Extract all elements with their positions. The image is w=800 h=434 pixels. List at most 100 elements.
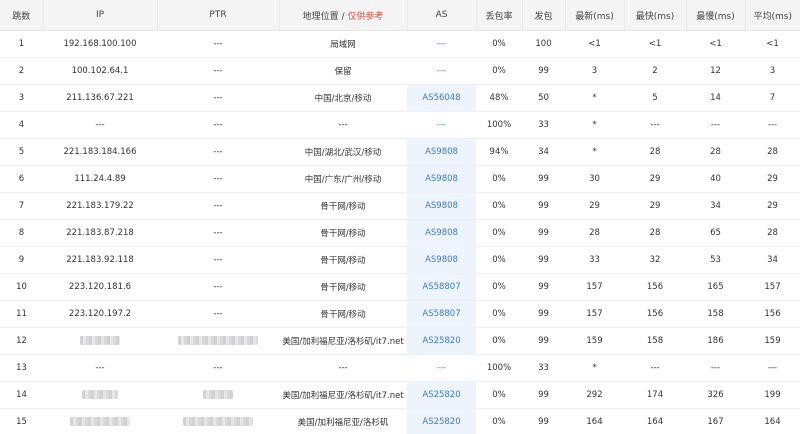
cell-ptr: --- — [157, 165, 279, 193]
cell-worst: 12 — [686, 57, 745, 85]
table-row: 14 美国/加利福尼亚/洛杉矶/it7.net AS25820 0% 99 292 174 3… — [0, 381, 800, 409]
cell-sent: 34 — [522, 138, 565, 166]
cell-ip: 192.168.100.100 — [43, 30, 157, 58]
cell-hop: 10 — [0, 273, 43, 301]
cell-avg: 157 — [745, 273, 800, 301]
cell-ptr: --- — [157, 138, 279, 166]
table-header-row: 跳数 IP PTR 地理位置 / 仅供参考 AS 丢包率 发包 最新(ms) 最… — [0, 0, 800, 31]
table-row: 12 美国/加利福尼亚/洛杉矶/it7.net AS25820 0% 99 159 158 1… — [0, 327, 800, 355]
cell-ip: 221.183.87.218 — [43, 219, 157, 247]
table-row: 10 223.120.181.6 --- 骨干网/移动 AS58807 0% 99 157 15… — [0, 273, 800, 301]
geo-header-label: 地理位置 — [302, 11, 339, 22]
cell-worst: 65 — [686, 219, 745, 247]
cell-as-link[interactable]: AS9808 — [407, 219, 476, 247]
cell-geo: 骨干网/移动 — [279, 246, 407, 274]
cell-best: <1 — [624, 30, 686, 58]
cell-as-link[interactable]: AS58807 — [407, 273, 476, 301]
cell-ip: --- — [43, 354, 157, 382]
col-header-avg: 平均(ms) — [745, 0, 800, 31]
cell-hop: 14 — [0, 381, 43, 409]
cell-as-link[interactable]: AS58807 — [407, 300, 476, 328]
cell-as-link[interactable]: AS56048 — [407, 84, 476, 112]
cell-best: 156 — [624, 300, 686, 328]
cell-loss: 0% — [476, 165, 522, 193]
cell-ip: 211.136.67.221 — [43, 84, 157, 112]
cell-ptr: --- — [157, 300, 279, 328]
traceroute-table: 跳数 IP PTR 地理位置 / 仅供参考 AS 丢包率 发包 最新(ms) 最… — [0, 0, 800, 434]
cell-best: 29 — [624, 165, 686, 193]
cell-avg: 164 — [745, 408, 800, 434]
cell-ip: 223.120.181.6 — [43, 273, 157, 301]
cell-ip: 100.102.64.1 — [43, 57, 157, 85]
cell-ip — [43, 408, 157, 434]
cell-as-link[interactable]: AS9808 — [407, 165, 476, 193]
cell-as-link[interactable]: AS25820 — [407, 327, 476, 355]
table-row: 2 100.102.64.1 --- 保留 --- 0% 99 3 2 12 3 — [0, 57, 800, 85]
cell-last: 28 — [565, 219, 624, 247]
table-row: 11 223.120.197.2 --- 骨干网/移动 AS58807 0% 99 157 15… — [0, 300, 800, 328]
cell-last: 157 — [565, 273, 624, 301]
table-row: 5 221.183.184.166 --- 中国/湖北/武汉/移动 AS9808 94% 3… — [0, 138, 800, 166]
cell-loss: 0% — [476, 30, 522, 58]
cell-ptr: --- — [157, 57, 279, 85]
cell-avg: 3 — [745, 57, 800, 85]
table-row: 1 192.168.100.100 --- 局域网 --- 0% 100 <1 <1 <1 <1 — [0, 30, 800, 58]
cell-hop: 15 — [0, 408, 43, 434]
cell-best: 5 — [624, 84, 686, 112]
col-header-ip: IP — [43, 0, 158, 31]
cell-last: 164 — [565, 408, 624, 434]
cell-geo: --- — [279, 354, 407, 382]
cell-as-link[interactable]: AS9808 — [407, 192, 476, 220]
cell-worst: 28 — [686, 138, 745, 166]
cell-loss: 0% — [476, 192, 522, 220]
cell-avg: 199 — [745, 381, 800, 409]
cell-worst: 34 — [686, 192, 745, 220]
cell-ptr: --- — [157, 192, 279, 220]
cell-avg: --- — [745, 111, 800, 139]
cell-worst: 165 — [686, 273, 745, 301]
cell-sent: 99 — [522, 246, 565, 274]
cell-as: --- — [407, 57, 476, 85]
col-header-geo: 地理位置 / 仅供参考 — [279, 0, 408, 31]
cell-loss: 0% — [476, 246, 522, 274]
cell-ptr: --- — [157, 219, 279, 247]
cell-avg: 28 — [745, 138, 800, 166]
cell-hop: 5 — [0, 138, 43, 166]
cell-last: * — [565, 354, 624, 382]
cell-last: 29 — [565, 192, 624, 220]
col-header-best: 最快(ms) — [624, 0, 687, 31]
table-row: 7 221.183.179.22 --- 骨干网/移动 AS9808 0% 99 29 29 34… — [0, 192, 800, 220]
cell-worst: 186 — [686, 327, 745, 355]
cell-as-link[interactable]: AS25820 — [407, 381, 476, 409]
cell-loss: 0% — [476, 327, 522, 355]
cell-as: --- — [407, 354, 476, 382]
cell-best: 158 — [624, 327, 686, 355]
cell-avg: 29 — [745, 165, 800, 193]
cell-best: 32 — [624, 246, 686, 274]
cell-hop: 1 — [0, 30, 43, 58]
cell-as-link[interactable]: AS9808 — [407, 246, 476, 274]
cell-geo: 中国/广东/广州/移动 — [279, 165, 407, 193]
cell-ptr — [157, 327, 279, 355]
cell-ptr — [157, 381, 279, 409]
col-header-ptr: PTR — [157, 0, 280, 31]
col-header-last: 最新(ms) — [565, 0, 625, 31]
col-header-worst: 最慢(ms) — [686, 0, 746, 31]
table-row: 15 美国/加利福尼亚/洛杉矶 AS25820 0% 99 164 164 167 164 — [0, 408, 800, 434]
cell-as: --- — [407, 30, 476, 58]
cell-worst: 158 — [686, 300, 745, 328]
cell-best: 28 — [624, 138, 686, 166]
cell-as-link[interactable]: AS25820 — [407, 408, 476, 434]
cell-loss: 0% — [476, 408, 522, 434]
redacted-ip — [82, 390, 118, 399]
cell-worst: <1 — [686, 30, 745, 58]
cell-hop: 9 — [0, 246, 43, 274]
cell-as-link[interactable]: AS9808 — [407, 138, 476, 166]
cell-last: <1 — [565, 30, 624, 58]
cell-best: --- — [624, 354, 686, 382]
cell-loss: 0% — [476, 273, 522, 301]
cell-geo: 中国/北京/移动 — [279, 84, 407, 112]
cell-sent: 99 — [522, 381, 565, 409]
cell-avg: 156 — [745, 300, 800, 328]
cell-ip: 221.183.184.166 — [43, 138, 157, 166]
